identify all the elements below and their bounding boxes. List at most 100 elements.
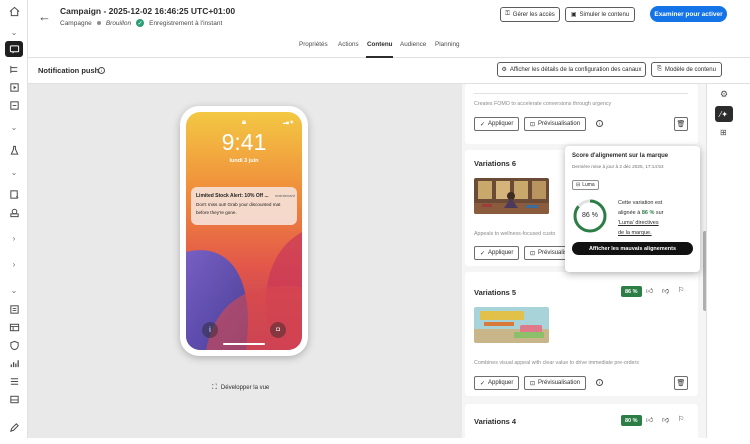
delete-button[interactable]: 🗑︎	[674, 376, 688, 390]
list-icon[interactable]	[7, 374, 21, 388]
tab-audience[interactable]: Audience	[400, 41, 426, 48]
right-tool-rail: ⚙ ⁄✦ ⊞	[706, 84, 750, 438]
trash-icon: 🗑︎	[676, 380, 686, 387]
thumbs-down-icon[interactable]: 👎︎	[662, 415, 669, 424]
decision-icon[interactable]	[7, 98, 21, 112]
library-icon[interactable]	[7, 302, 21, 316]
divider	[474, 93, 688, 94]
tab-schedule[interactable]: Planning	[435, 41, 460, 48]
guidelines-link-cont[interactable]: de la marque.	[618, 228, 664, 238]
variation-description: Combines visual appeal with clear value …	[474, 360, 639, 366]
variation-card: Variations 5 86 % 👍︎ 👎︎ ⚐ Combines visua…	[465, 272, 698, 396]
chevron-right-icon[interactable]: ›	[7, 231, 21, 245]
popover-title: Score d'alignement sur la marque	[572, 153, 669, 159]
content-template-button[interactable]: ⎘ Modèle de contenu	[651, 62, 722, 77]
thumbs-up-icon[interactable]: 👍︎	[646, 286, 653, 295]
score-value: 86 %	[582, 212, 598, 219]
shield-icon[interactable]	[7, 338, 21, 352]
info-icon[interactable]: i	[596, 120, 603, 127]
preview-icon: ⊡	[530, 380, 536, 387]
lock-icon: ⚿	[505, 11, 510, 17]
variation-image	[474, 178, 549, 214]
chevron-down-icon[interactable]: ⌄	[7, 120, 21, 134]
notification-time: maintenant	[275, 193, 295, 198]
flask-icon[interactable]	[7, 143, 21, 157]
simulate-icon: ▣	[570, 12, 577, 18]
journey-icon[interactable]	[7, 62, 21, 76]
lock-time: 9:41	[221, 129, 267, 155]
edit-icon[interactable]	[7, 420, 21, 434]
status-dot-icon	[96, 21, 101, 25]
home-icon[interactable]	[7, 4, 21, 18]
campaign-icon[interactable]	[7, 80, 21, 94]
notification-body: Don't miss out! Grab your discounted mat…	[196, 202, 281, 215]
apps-icon[interactable]: ⊞	[720, 128, 727, 137]
message-icon[interactable]	[5, 41, 23, 57]
preview-area: 🔒︎ ▂▄ ◉ 9:41 lundi 3 juin Limited Stock …	[28, 84, 462, 438]
expand-icon: ⛶	[212, 384, 217, 391]
brand-score-badge[interactable]: 86 %	[621, 286, 642, 297]
expand-view-button[interactable]: ⛶ Développer la vue	[212, 384, 269, 392]
apply-button[interactable]: ✓ Appliquer	[474, 376, 520, 390]
chevron-down-icon[interactable]: ⌄	[7, 165, 21, 179]
tab-content[interactable]: Contenu	[367, 41, 393, 48]
assets-icon[interactable]	[7, 205, 21, 219]
guidelines-link[interactable]: 'Luma' directives	[618, 218, 664, 228]
thumbs-down-icon[interactable]: 👎︎	[662, 286, 669, 295]
flashlight-icon[interactable]: ⅰ	[202, 322, 218, 338]
section-title: Notification push	[38, 66, 100, 75]
left-nav-rail: ⌄ ⌄ ⌄ › › ⌄	[0, 0, 28, 438]
notification-title: Limited Stock Alert: 10% Off ...	[196, 193, 269, 199]
variation-card: Variations 4 80 % 👍︎ 👎︎ ⚐	[465, 404, 698, 444]
camera-icon[interactable]: ◘	[270, 322, 286, 338]
trash-icon: 🗑︎	[676, 121, 686, 128]
delete-button[interactable]: 🗑︎	[674, 117, 688, 131]
tab-actions[interactable]: Actions	[338, 41, 359, 48]
template-icon: ⎘	[657, 66, 662, 72]
chevron-down-icon[interactable]: ⌄	[7, 283, 21, 297]
thumbs-up-icon[interactable]: 👍︎	[646, 415, 653, 424]
chart-icon[interactable]	[7, 356, 21, 370]
variation-card: Creates FOMO to accelerate conversions t…	[465, 84, 698, 144]
brand-score-badge[interactable]: 80 %	[621, 415, 642, 426]
apply-button[interactable]: ✓ Appliquer	[474, 117, 520, 131]
flag-icon[interactable]: ⚐	[678, 286, 684, 294]
preview-button[interactable]: ⊡ Prévisualisation	[524, 117, 587, 131]
variation-title: Variations 4	[474, 417, 517, 426]
chevron-right-icon[interactable]: ›	[7, 257, 21, 271]
tab-properties[interactable]: Propriétés	[299, 41, 328, 48]
brand-alignment-popover: Score d'alignement sur la marque Dernièr…	[565, 146, 700, 272]
info-icon[interactable]: i	[596, 379, 603, 386]
simulate-content-button[interactable]: ▣ Simuler le contenu	[565, 7, 635, 22]
preview-icon: ⊡	[530, 121, 536, 128]
breadcrumb: Campagne Brouillon ✓ Enregistrement à l'…	[60, 19, 222, 27]
show-channel-config-button[interactable]: ⚙ Afficher les détails de la configurati…	[497, 62, 646, 77]
content-icon[interactable]	[7, 187, 21, 201]
gear-icon[interactable]: ⚙	[720, 89, 728, 100]
chevron-down-icon[interactable]: ⌄	[7, 25, 21, 39]
page-header: ← Campaign - 2025-12-02 16:46:25 UTC+01:…	[28, 0, 750, 36]
push-notification[interactable]: Limited Stock Alert: 10% Off ... mainten…	[191, 187, 297, 225]
status-bar-icons: ▂▄ ◉	[283, 119, 294, 124]
variation-title: Variations 5	[474, 288, 517, 297]
info-icon[interactable]: i	[98, 67, 105, 74]
variation-image	[474, 307, 549, 343]
breadcrumb-campaign[interactable]: Campagne	[60, 20, 92, 27]
apply-button[interactable]: ✓ Appliquer	[474, 246, 520, 260]
inbox-icon[interactable]	[7, 392, 21, 406]
preview-button[interactable]: ⊡ Prévisualisation	[524, 376, 587, 390]
ai-assistant-icon[interactable]: ⁄✦	[715, 106, 733, 122]
preview-icon: ⊡	[530, 250, 536, 257]
flag-icon[interactable]: ⚐	[678, 415, 684, 423]
back-arrow-icon[interactable]: ←	[38, 9, 51, 24]
show-misalignments-button[interactable]: Afficher les mauvais alignements	[572, 242, 693, 255]
content-toolbar: Notification push i ⚙ Afficher les détai…	[28, 58, 750, 84]
lock-date: lundi 3 juin	[229, 158, 259, 164]
review-activate-button[interactable]: Examiner pour activer	[650, 6, 727, 22]
status-badge: Brouillon	[105, 19, 132, 27]
table-icon[interactable]	[7, 320, 21, 334]
tab-bar: Propriétés Actions Contenu Audience Plan…	[28, 36, 750, 58]
manage-access-button[interactable]: ⚿ Gérer les accès	[500, 7, 560, 22]
variation-description: Creates FOMO to accelerate conversions t…	[474, 101, 612, 107]
check-icon: ✓	[480, 250, 486, 257]
